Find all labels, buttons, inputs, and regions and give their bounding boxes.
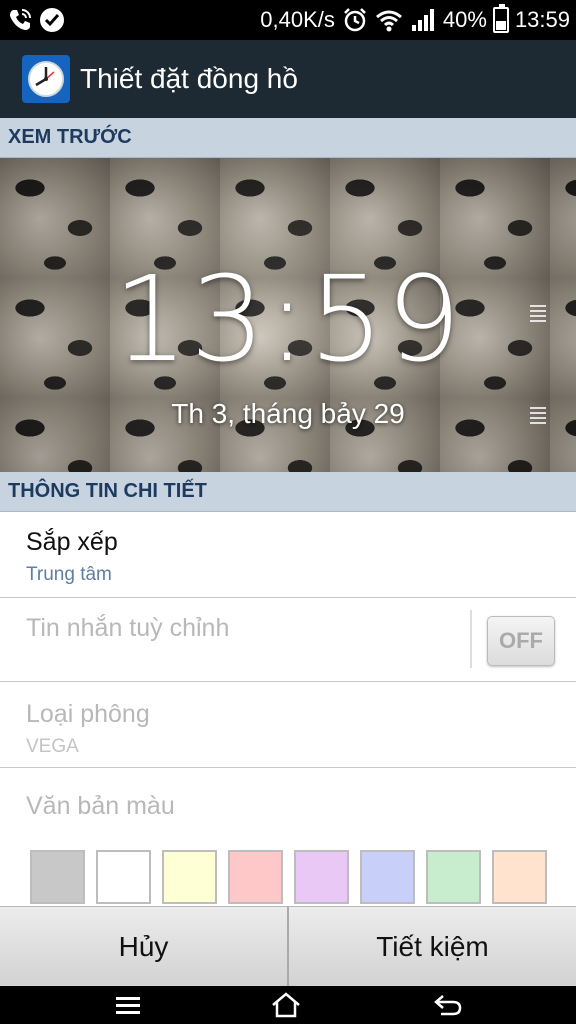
save-button[interactable]: Tiết kiệm xyxy=(287,906,576,986)
arrange-setting[interactable]: Sắp xếp Trung tâm xyxy=(0,512,576,598)
color-swatch-2[interactable] xyxy=(96,850,151,904)
clock-preview: 13:59 Th 3, tháng bảy 29 xyxy=(0,158,576,472)
wifi-icon xyxy=(375,6,403,34)
divider xyxy=(470,610,472,668)
color-swatch-6[interactable] xyxy=(360,850,415,904)
color-swatch-3[interactable] xyxy=(162,850,217,904)
clock-app-icon[interactable] xyxy=(22,55,70,103)
font-type-setting[interactable]: Loại phông VEGA xyxy=(0,682,576,768)
color-swatch-4[interactable] xyxy=(228,850,283,904)
net-speed: 0,40K/s xyxy=(260,7,335,32)
signal-icon xyxy=(409,6,437,34)
page-title: Thiết đặt đồng hồ xyxy=(80,63,298,94)
button-bar: Hủy Tiết kiệm xyxy=(0,906,576,986)
back-icon[interactable] xyxy=(432,990,464,1020)
color-swatch-8[interactable] xyxy=(492,850,547,904)
preview-header: XEM TRƯỚC xyxy=(0,118,576,158)
preview-clock-date: Th 3, tháng bảy 29 xyxy=(171,398,405,429)
date-drag-handle-icon[interactable] xyxy=(530,400,546,430)
navigation-bar xyxy=(0,986,576,1024)
color-swatch-1[interactable] xyxy=(30,850,85,904)
status-bar: 0,40K/s 40% 13:59 xyxy=(0,0,576,40)
status-time: 13:59 xyxy=(514,7,570,32)
arrange-value: Trung tâm xyxy=(26,564,112,585)
check-icon xyxy=(38,6,66,34)
color-swatch-7[interactable] xyxy=(426,850,481,904)
font-type-value: VEGA xyxy=(26,736,79,757)
color-swatches xyxy=(30,850,547,904)
custom-message-toggle[interactable]: OFF xyxy=(487,616,555,666)
details-header: THÔNG TIN CHI TIẾT xyxy=(0,472,576,512)
custom-message-setting[interactable]: Tin nhắn tuỳ chỉnh OFF xyxy=(0,598,576,682)
battery-percent: 40% xyxy=(442,7,487,32)
cancel-button[interactable]: Hủy xyxy=(0,906,287,986)
preview-clock-time: 13:59 xyxy=(112,250,464,388)
text-color-title: Văn bản màu xyxy=(26,792,175,820)
call-icon xyxy=(6,6,34,34)
battery-icon xyxy=(492,4,509,33)
custom-message-title: Tin nhắn tuỳ chỉnh xyxy=(26,614,230,642)
home-icon[interactable] xyxy=(270,990,302,1020)
color-swatch-5[interactable] xyxy=(294,850,349,904)
action-bar: Thiết đặt đồng hồ xyxy=(0,40,576,118)
arrange-title: Sắp xếp xyxy=(26,528,118,556)
time-drag-handle-icon[interactable] xyxy=(530,298,546,328)
font-type-title: Loại phông xyxy=(26,700,150,728)
alarm-icon xyxy=(341,6,369,34)
menu-icon[interactable] xyxy=(112,990,144,1020)
